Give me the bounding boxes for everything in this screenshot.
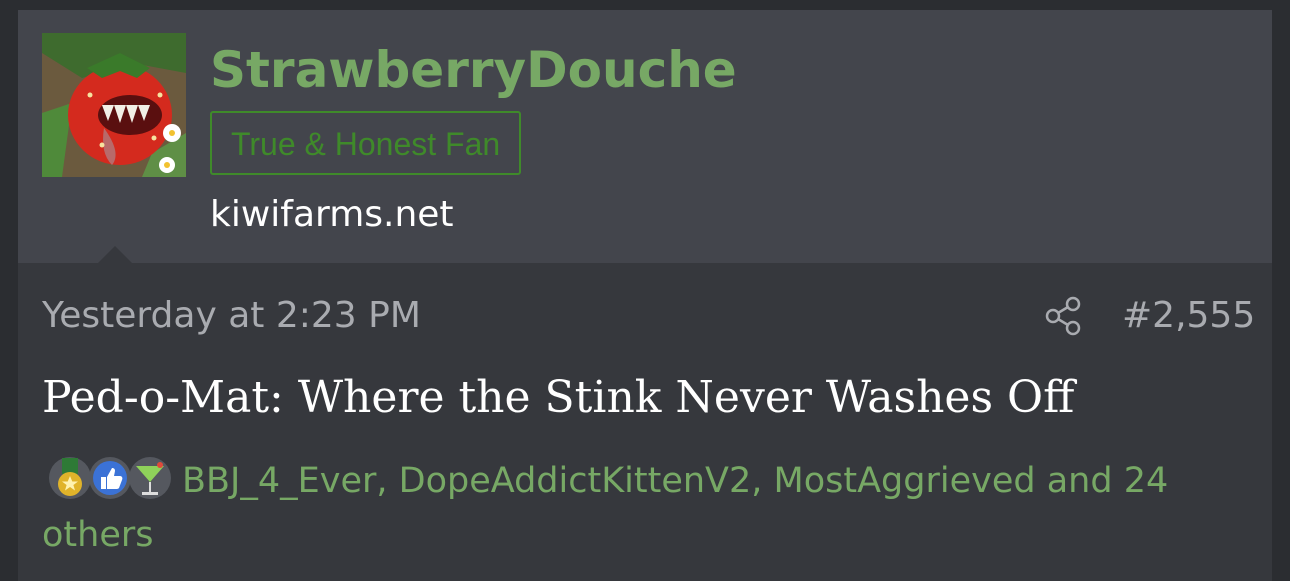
user-avatar[interactable] — [42, 33, 186, 177]
userbar-pointer — [98, 246, 132, 263]
reactor-separator: , — [751, 461, 774, 501]
post-body-text: Ped-o-Mat: Where the Stink Never Washes … — [42, 372, 1075, 423]
cocktail-icon — [129, 457, 171, 499]
reactor-link[interactable]: BBJ_4_Ever — [182, 461, 376, 501]
reactor-link[interactable]: DopeAddictKittenV2 — [399, 461, 752, 501]
thumbs-up-icon — [89, 457, 131, 499]
username-link[interactable]: StrawberryDouche — [210, 40, 737, 100]
post-timestamp[interactable]: Yesterday at 2:23 PM — [42, 294, 421, 338]
user-domain: kiwifarms.net — [210, 194, 454, 235]
user-title-badge: True & Honest Fan — [210, 111, 522, 175]
reactor-separator: , — [376, 461, 399, 501]
medal-icon — [49, 457, 91, 499]
post-number-link[interactable]: #2,555 — [1122, 294, 1255, 338]
reactor-and: and — [1035, 461, 1124, 501]
message-post: StrawberryDouche True & Honest Fan kiwif… — [18, 10, 1272, 581]
reactor-link[interactable]: MostAggrieved — [774, 461, 1036, 501]
share-icon[interactable] — [1045, 296, 1083, 336]
user-header: StrawberryDouche True & Honest Fan kiwif… — [18, 10, 1272, 263]
strawberry-avatar-icon — [42, 33, 186, 177]
reaction-icons[interactable] — [42, 456, 182, 500]
reactions-bar: BBJ_4_Ever, DopeAddictKittenV2, MostAggr… — [42, 454, 1232, 562]
